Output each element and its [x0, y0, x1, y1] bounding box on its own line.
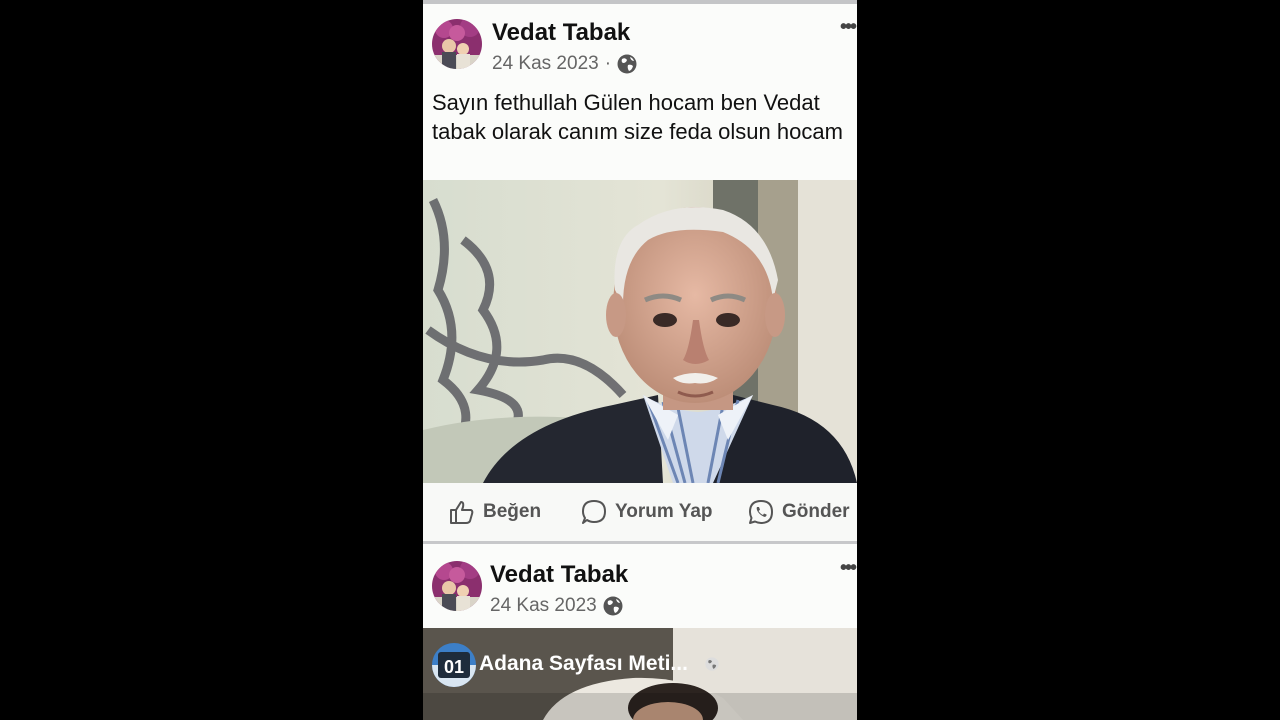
thumbs-up-icon: [450, 501, 474, 524]
shared-video-preview[interactable]: 01 Adana Sayfası Meti...: [423, 628, 857, 720]
author-name[interactable]: Vedat Tabak: [490, 561, 628, 589]
post-meta: 24 Kas 2023 ·: [492, 53, 637, 75]
separator: ·: [604, 53, 612, 74]
comment-label: Yorum Yap: [615, 501, 713, 522]
shared-page-name[interactable]: Adana Sayfası Meti...: [479, 652, 688, 676]
send-button[interactable]: Gönder: [748, 499, 850, 525]
globe-icon: [603, 596, 623, 616]
post-date[interactable]: 24 Kas 2023: [492, 53, 599, 75]
comment-button[interactable]: Yorum Yap: [581, 499, 713, 525]
more-options-button[interactable]: •••: [840, 16, 857, 39]
page-badge: 01: [444, 657, 464, 677]
like-button[interactable]: Beğen: [449, 499, 541, 525]
post-text: Sayın fethullah Gülen hocam ben Vedat ta…: [432, 90, 843, 144]
action-bar: Beğen Yorum Yap Gönder: [423, 483, 857, 544]
post-meta: 24 Kas 2023: [490, 595, 623, 617]
whatsapp-icon: [749, 500, 773, 524]
more-options-button[interactable]: •••: [840, 557, 857, 580]
send-label: Gönder: [782, 501, 850, 522]
globe-icon: [617, 54, 637, 74]
like-label: Beğen: [483, 501, 542, 522]
comment-icon: [582, 500, 606, 524]
post-photo[interactable]: [423, 180, 857, 483]
author-name[interactable]: Vedat Tabak: [492, 19, 630, 47]
avatar[interactable]: [432, 561, 482, 611]
post-card: Vedat Tabak 24 Kas 2023 · ••• Sayın feth…: [423, 4, 857, 180]
globe-icon: [705, 657, 719, 671]
post-date[interactable]: 24 Kas 2023: [490, 595, 597, 617]
post-card: Vedat Tabak 24 Kas 2023 •••: [423, 544, 857, 628]
avatar[interactable]: [432, 19, 482, 69]
page-avatar[interactable]: 01: [432, 643, 476, 687]
feed: Vedat Tabak 24 Kas 2023 · ••• Sayın feth…: [423, 0, 857, 720]
